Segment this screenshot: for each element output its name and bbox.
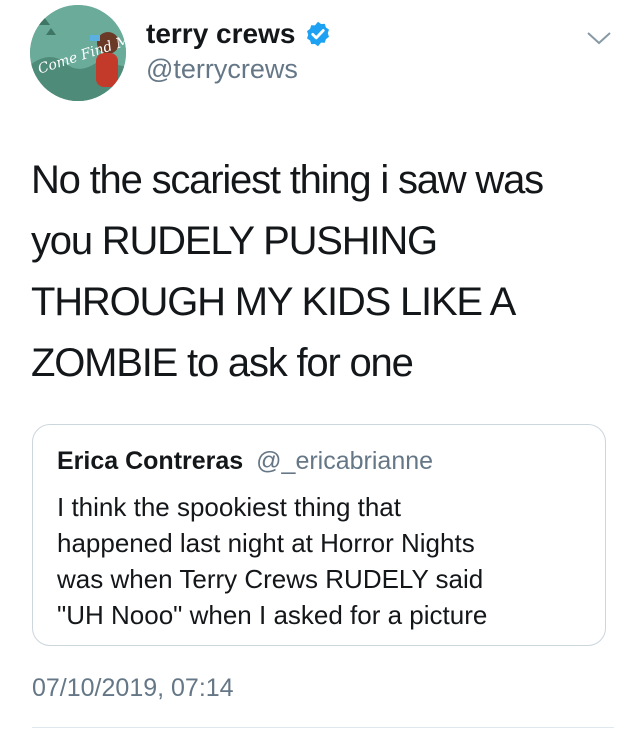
quoted-tweet-header: Erica Contreras @_ericabrianne — [57, 447, 433, 476]
tweet-line: No the scariest thing i saw was — [31, 158, 544, 202]
chevron-down-icon[interactable] — [584, 28, 614, 48]
tweet-line: you RUDELY PUSHING — [31, 219, 438, 263]
quoted-tweet-line: was when Terry Crews RUDELY said — [57, 564, 484, 594]
quoted-tweet-line: "UH Nooo" when I asked for a picture — [57, 600, 488, 630]
quoted-author-name: Erica Contreras — [57, 447, 244, 475]
tweet-line: THROUGH MY KIDS LIKE A — [31, 280, 516, 324]
avatar-image: Come Find Me — [30, 5, 126, 101]
quoted-tweet-line: I think the spookiest thing that — [57, 492, 401, 522]
tweet-text: No the scariest thing i saw was you RUDE… — [31, 150, 621, 394]
quoted-tweet-text: I think the spookiest thing that happene… — [57, 489, 587, 633]
avatar[interactable]: Come Find Me — [30, 5, 126, 101]
author-display-name[interactable]: terry crews — [146, 18, 332, 50]
tweet-line: ZOMBIE to ask for one — [31, 341, 414, 385]
verified-badge-icon — [307, 21, 330, 47]
quoted-tweet-card[interactable]: Erica Contreras @_ericabrianne I think t… — [32, 424, 606, 646]
quoted-author-handle: @_ericabrianne — [256, 447, 434, 475]
quoted-tweet-line: happened last night at Horror Nights — [57, 528, 475, 558]
divider — [32, 727, 614, 728]
author-name[interactable]: terry crews — [146, 18, 295, 50]
tweet-timestamp[interactable]: 07/10/2019, 07:14 — [32, 674, 234, 703]
author-handle[interactable]: @terrycrews — [146, 54, 298, 85]
